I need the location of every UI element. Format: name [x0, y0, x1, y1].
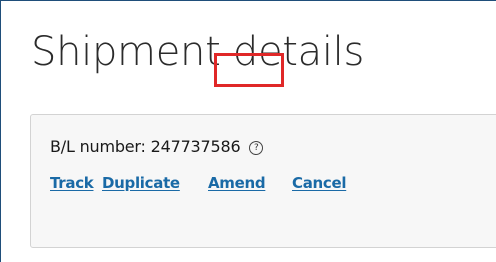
bl-number-row: B/L number: 247737586 ? — [50, 137, 264, 157]
cancel-link[interactable]: Cancel — [292, 173, 347, 193]
duplicate-link[interactable]: Duplicate — [102, 173, 180, 193]
page-frame: Shipment details B/L number: 247737586 ?… — [0, 0, 496, 262]
page-title: Shipment details — [31, 29, 365, 75]
shipment-panel: B/L number: 247737586 ? Track Duplicate … — [30, 114, 496, 248]
bl-number-value: 247737586 — [150, 137, 241, 156]
help-icon[interactable]: ? — [249, 141, 264, 155]
amend-link[interactable]: Amend — [208, 173, 266, 193]
track-link[interactable]: Track — [50, 173, 94, 193]
shipment-actions: Track Duplicate Amend Cancel — [50, 173, 490, 193]
bl-number-label: B/L number: — [50, 137, 146, 156]
